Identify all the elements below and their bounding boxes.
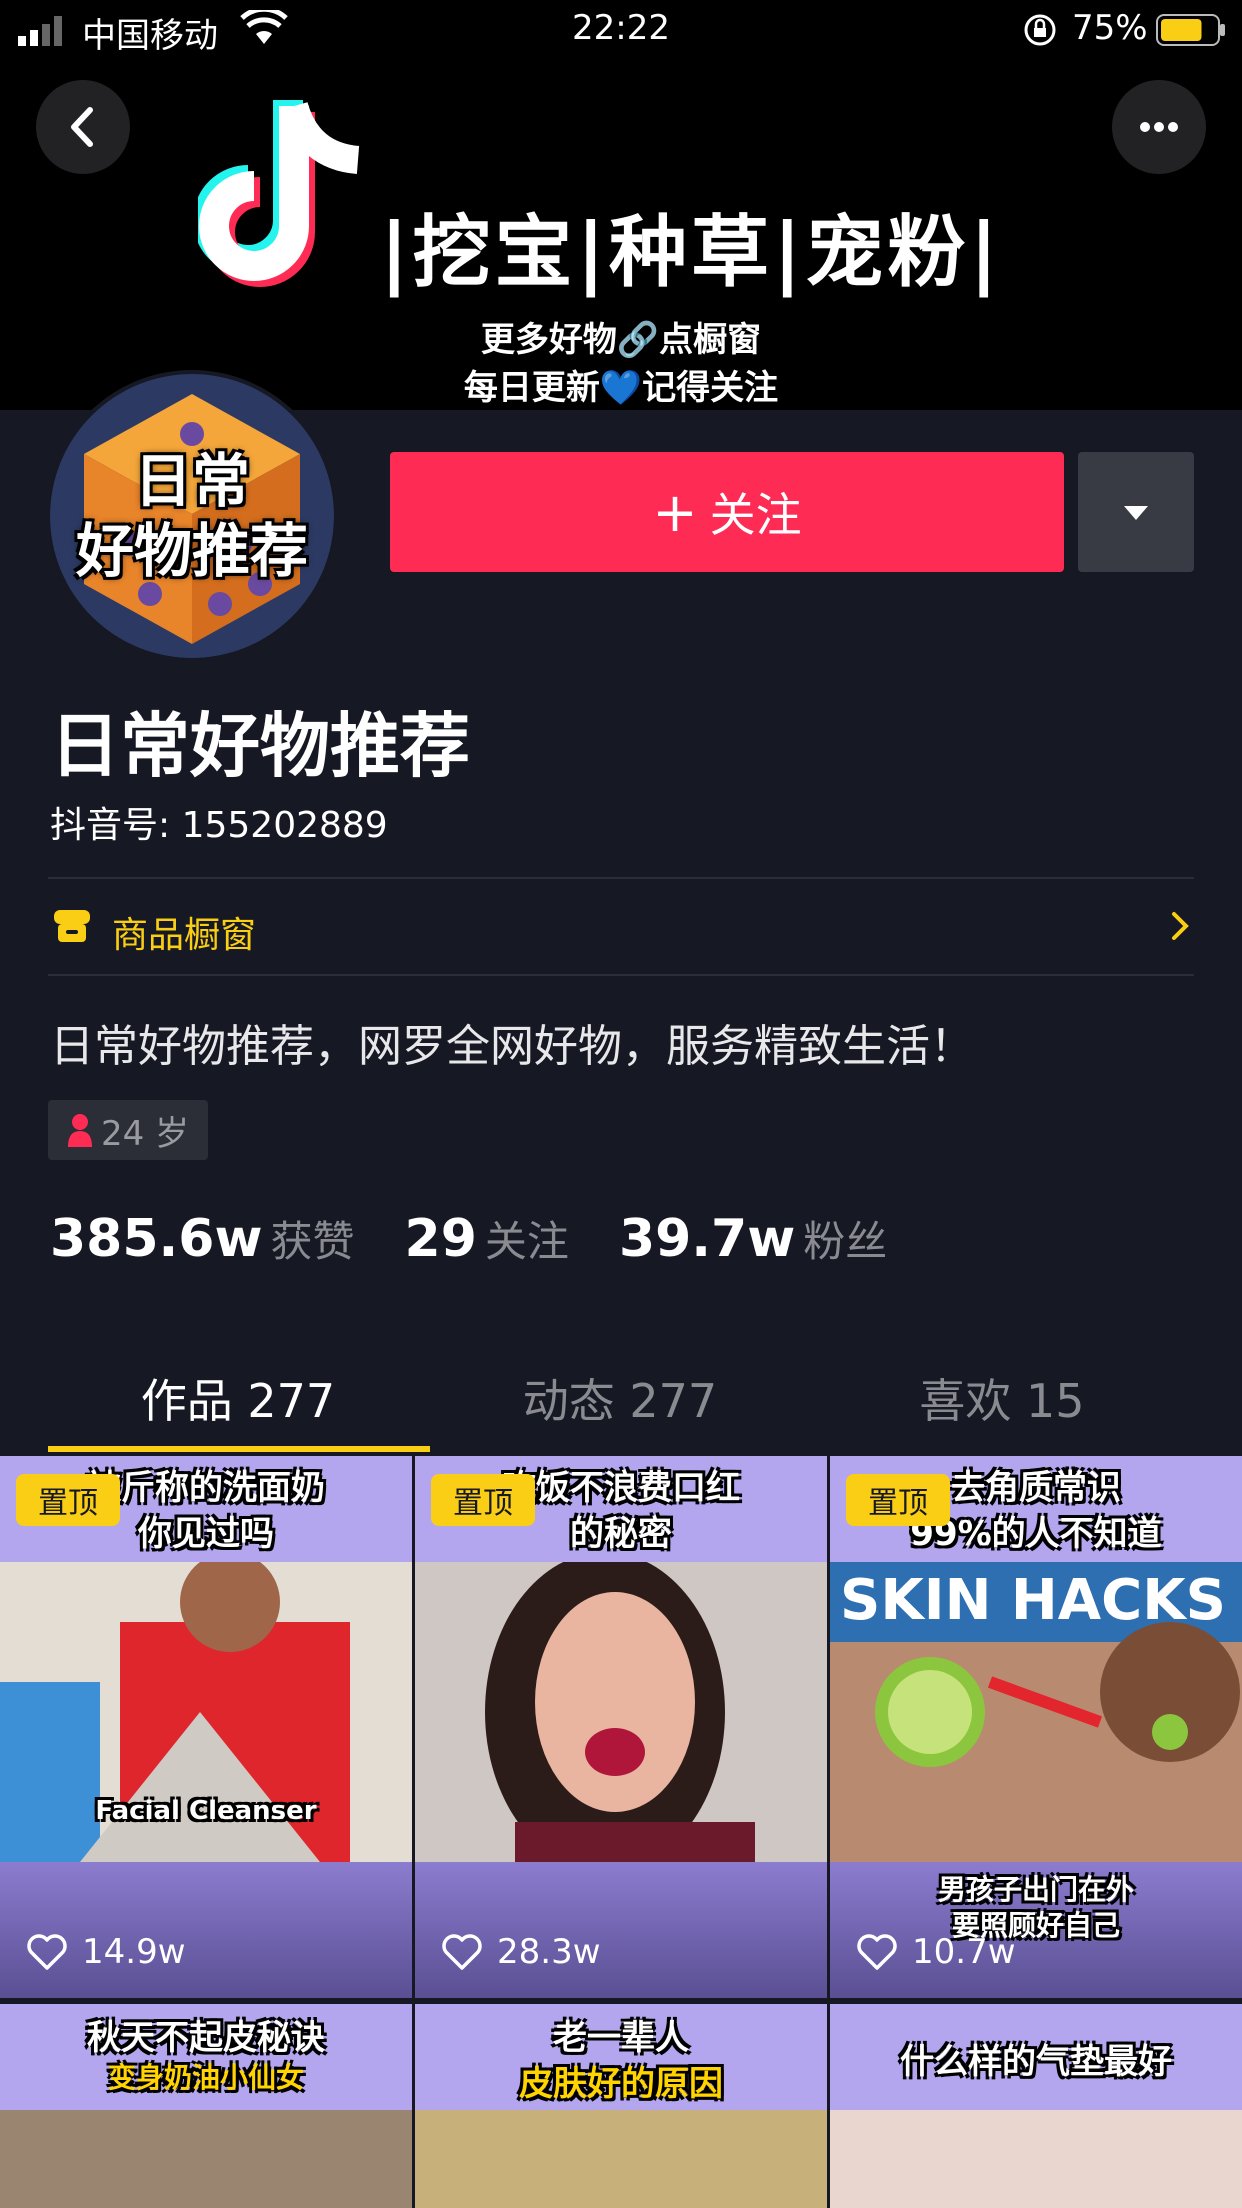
age-tag: 24 岁 <box>48 1100 208 1160</box>
stat-likes-value: 385.6w <box>50 1209 263 1269</box>
rotation-lock-icon <box>1024 14 1056 46</box>
stat-following-label: 关注 <box>484 1217 569 1266</box>
shop-window-label: 商品橱窗 <box>112 915 257 956</box>
heart-icon <box>442 1934 482 1970</box>
video-likes-count: 14.9w <box>82 1932 186 1972</box>
divider <box>48 974 1194 976</box>
heart-icon <box>857 1934 897 1970</box>
video-tile[interactable]: 去角质常识 99%的人不知道 SKIN HACKS 置顶 男孩子出门在外 要照顾… <box>830 1456 1242 1998</box>
profile-nickname: 日常好物推荐 <box>50 705 470 787</box>
video-caption-line2: 变身奶油小仙女 <box>107 2061 304 2094</box>
profile-stats: 385.6w 获赞 29 关注 39.7w 粉丝 <box>50 1208 937 1269</box>
video-tile[interactable]: 被斤称的洗面奶 你见过吗 Facial Cleanser 置顶 14.9w <box>0 1456 412 1998</box>
video-tile[interactable]: 什么样的气垫最好 <box>830 2004 1242 2208</box>
age-label: 24 岁 <box>100 1113 190 1154</box>
video-likes-count: 28.3w <box>497 1932 601 1972</box>
chevron-right-icon <box>1172 912 1189 940</box>
caret-down-icon <box>1124 506 1148 520</box>
tab-works[interactable]: 作品 277 <box>48 1365 428 1431</box>
divider <box>48 877 1194 879</box>
stat-followers-label: 粉丝 <box>803 1217 888 1266</box>
video-caption-line1: 老一辈人 <box>553 2018 689 2058</box>
tab-active-indicator <box>48 1446 430 1452</box>
stat-likes-label: 获赞 <box>270 1217 355 1266</box>
female-user-icon <box>67 1114 92 1147</box>
stat-followers-value: 39.7w <box>618 1209 796 1269</box>
recommend-dropdown-button[interactable] <box>1078 452 1194 572</box>
video-tile[interactable]: 吃饭不浪费口红 的秘密 置顶 28.3w <box>415 1456 827 1998</box>
stat-likes[interactable]: 385.6w 获赞 <box>50 1208 355 1269</box>
tab-likes[interactable]: 喜欢 15 <box>812 1365 1192 1431</box>
heart-icon <box>27 1934 67 1970</box>
profile-bio: 日常好物推荐，网罗全网好物，服务精致生活！ <box>50 1021 974 1072</box>
video-caption-line1: 什么样的气垫最好 <box>900 2042 1172 2082</box>
pinned-badge: 置顶 <box>431 1474 535 1526</box>
avatar[interactable]: 日常 好物推荐 <box>46 370 338 662</box>
pinned-badge: 置顶 <box>16 1474 120 1526</box>
video-likes: 14.9w <box>26 1932 186 1972</box>
pinned-badge: 置顶 <box>846 1474 950 1526</box>
status-bar: 中国移动 22:22 75% <box>0 0 1242 60</box>
video-likes-count: 10.7w <box>912 1932 1016 1972</box>
avatar-text-line2: 好物推荐 <box>75 517 308 585</box>
video-overlay-text: SKIN HACKS <box>840 1568 1226 1633</box>
video-tile[interactable]: 老一辈人 皮肤好的原因 <box>415 2004 827 2208</box>
plus-icon: + <box>652 480 698 544</box>
video-footer <box>0 1862 412 1998</box>
stat-following-value: 29 <box>404 1209 477 1269</box>
douyin-id: 抖音号: 155202889 <box>50 805 388 846</box>
video-tile[interactable]: 秋天不起皮秘诀 变身奶油小仙女 <box>0 2004 412 2208</box>
more-options-button[interactable] <box>1112 80 1206 174</box>
video-caption-line2: 皮肤好的原因 <box>519 2064 723 2104</box>
video-footer <box>415 1862 827 1998</box>
video-likes: 28.3w <box>441 1932 601 1972</box>
video-overlay-text: Facial Cleanser <box>95 1796 317 1826</box>
video-caption-line1: 秋天不起皮秘诀 <box>87 2018 325 2058</box>
battery-icon <box>1156 14 1225 46</box>
banner-subtitle-1: 更多好物🔗点橱窗 <box>480 320 762 360</box>
video-bottom-caption-line1: 男孩子出门在外 <box>937 1873 1134 1906</box>
stat-followers[interactable]: 39.7w 粉丝 <box>619 1208 887 1269</box>
profile-banner: 中国移动 22:22 75% |挖宝|种草|宠粉| 更多好物🔗点橱窗 每日更新💙… <box>0 0 1242 410</box>
tab-activity[interactable]: 动态 277 <box>430 1365 810 1431</box>
more-dots-icon <box>1140 122 1178 132</box>
banner-title: |挖宝|种草|宠粉| <box>380 208 1002 298</box>
shop-icon <box>54 910 90 942</box>
video-likes: 10.7w <box>856 1932 1016 1972</box>
follow-label: 关注 <box>709 488 802 542</box>
stat-following[interactable]: 29 关注 <box>405 1208 569 1269</box>
follow-button[interactable]: + 关注 <box>390 452 1064 572</box>
shop-window-row[interactable]: 商品橱窗 <box>48 880 1194 976</box>
battery-percent: 75% <box>1072 8 1148 48</box>
video-thumbnail <box>415 1562 827 1862</box>
tiktok-logo-icon <box>198 100 360 287</box>
chevron-left-icon <box>71 107 93 147</box>
back-button[interactable] <box>36 80 130 174</box>
